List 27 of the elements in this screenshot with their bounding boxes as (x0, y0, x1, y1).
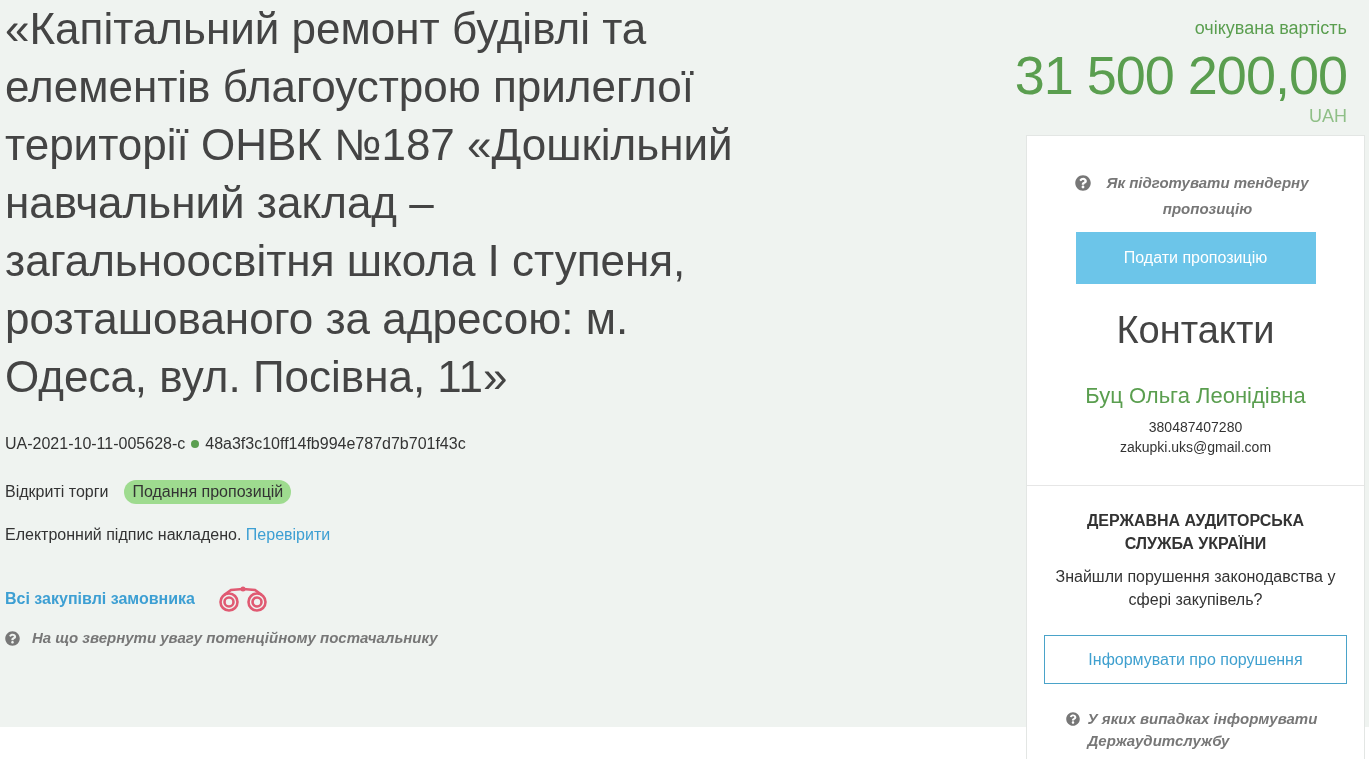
budget-amount: 31 500 200,00 (1014, 44, 1347, 106)
supplier-help-link[interactable]: На що звернути увагу потенційному постачальнику (32, 626, 438, 650)
verify-link[interactable]: Перевірити (245, 526, 331, 543)
audit-question: Знайшли порушення законодавства у сфері закупівель? (1054, 567, 1337, 610)
signature-note: Електронний підпис накладено. Перевірити (5, 525, 331, 545)
help-icon (5, 630, 20, 646)
contacts-heading: Контакти (1116, 308, 1275, 353)
buyer-procurements-link[interactable]: Всі закупівлі замовника (5, 587, 195, 611)
budget-label: очікувана вартість (1194, 17, 1347, 40)
audit-heading: ДЕРЖАВНА АУДИТОРСЬКА СЛУЖБА УКРАЇНИ (1085, 511, 1306, 554)
separator-dot-icon (191, 440, 200, 448)
tender-hash: 48a3f3c10ff14fb994e787d7b701f43c (205, 434, 466, 454)
contact-email: zakupki.uks@gmail.com (1119, 438, 1272, 457)
bid-help-link[interactable]: Як підготувати тендерну пропозицію (1098, 170, 1317, 222)
binoculars-icon[interactable] (216, 586, 269, 612)
tender-title: «Капітальний ремонт будівлі та елементів благоустрою прилеглої території ОНВК №187 «Дошкільний навчальний заклад – загальноосвітня школа І ступеня, розташованого за адресою: м. Одеса, вул. Посівна, 11» (5, 3, 734, 403)
contact-phone: 380487407280 (1148, 418, 1243, 437)
submit-bid-button[interactable]: Подати пропозицію (1075, 232, 1316, 284)
help-icon (1065, 712, 1080, 726)
tender-id: UA-2021-10-11-005628-c (5, 434, 186, 454)
procedure-type: Відкриті торги (5, 482, 109, 502)
status-badge: Подання пропозицій (124, 480, 292, 504)
budget-currency: UAH (1309, 106, 1347, 126)
contact-name: Буц Ольга Леонідівна (1085, 382, 1306, 410)
help-icon (1074, 175, 1091, 191)
report-violation-button[interactable]: Інформувати про порушення (1044, 635, 1347, 684)
audit-help-link[interactable]: У яких випадках інформувати Держаудитслужбу (1087, 708, 1326, 752)
